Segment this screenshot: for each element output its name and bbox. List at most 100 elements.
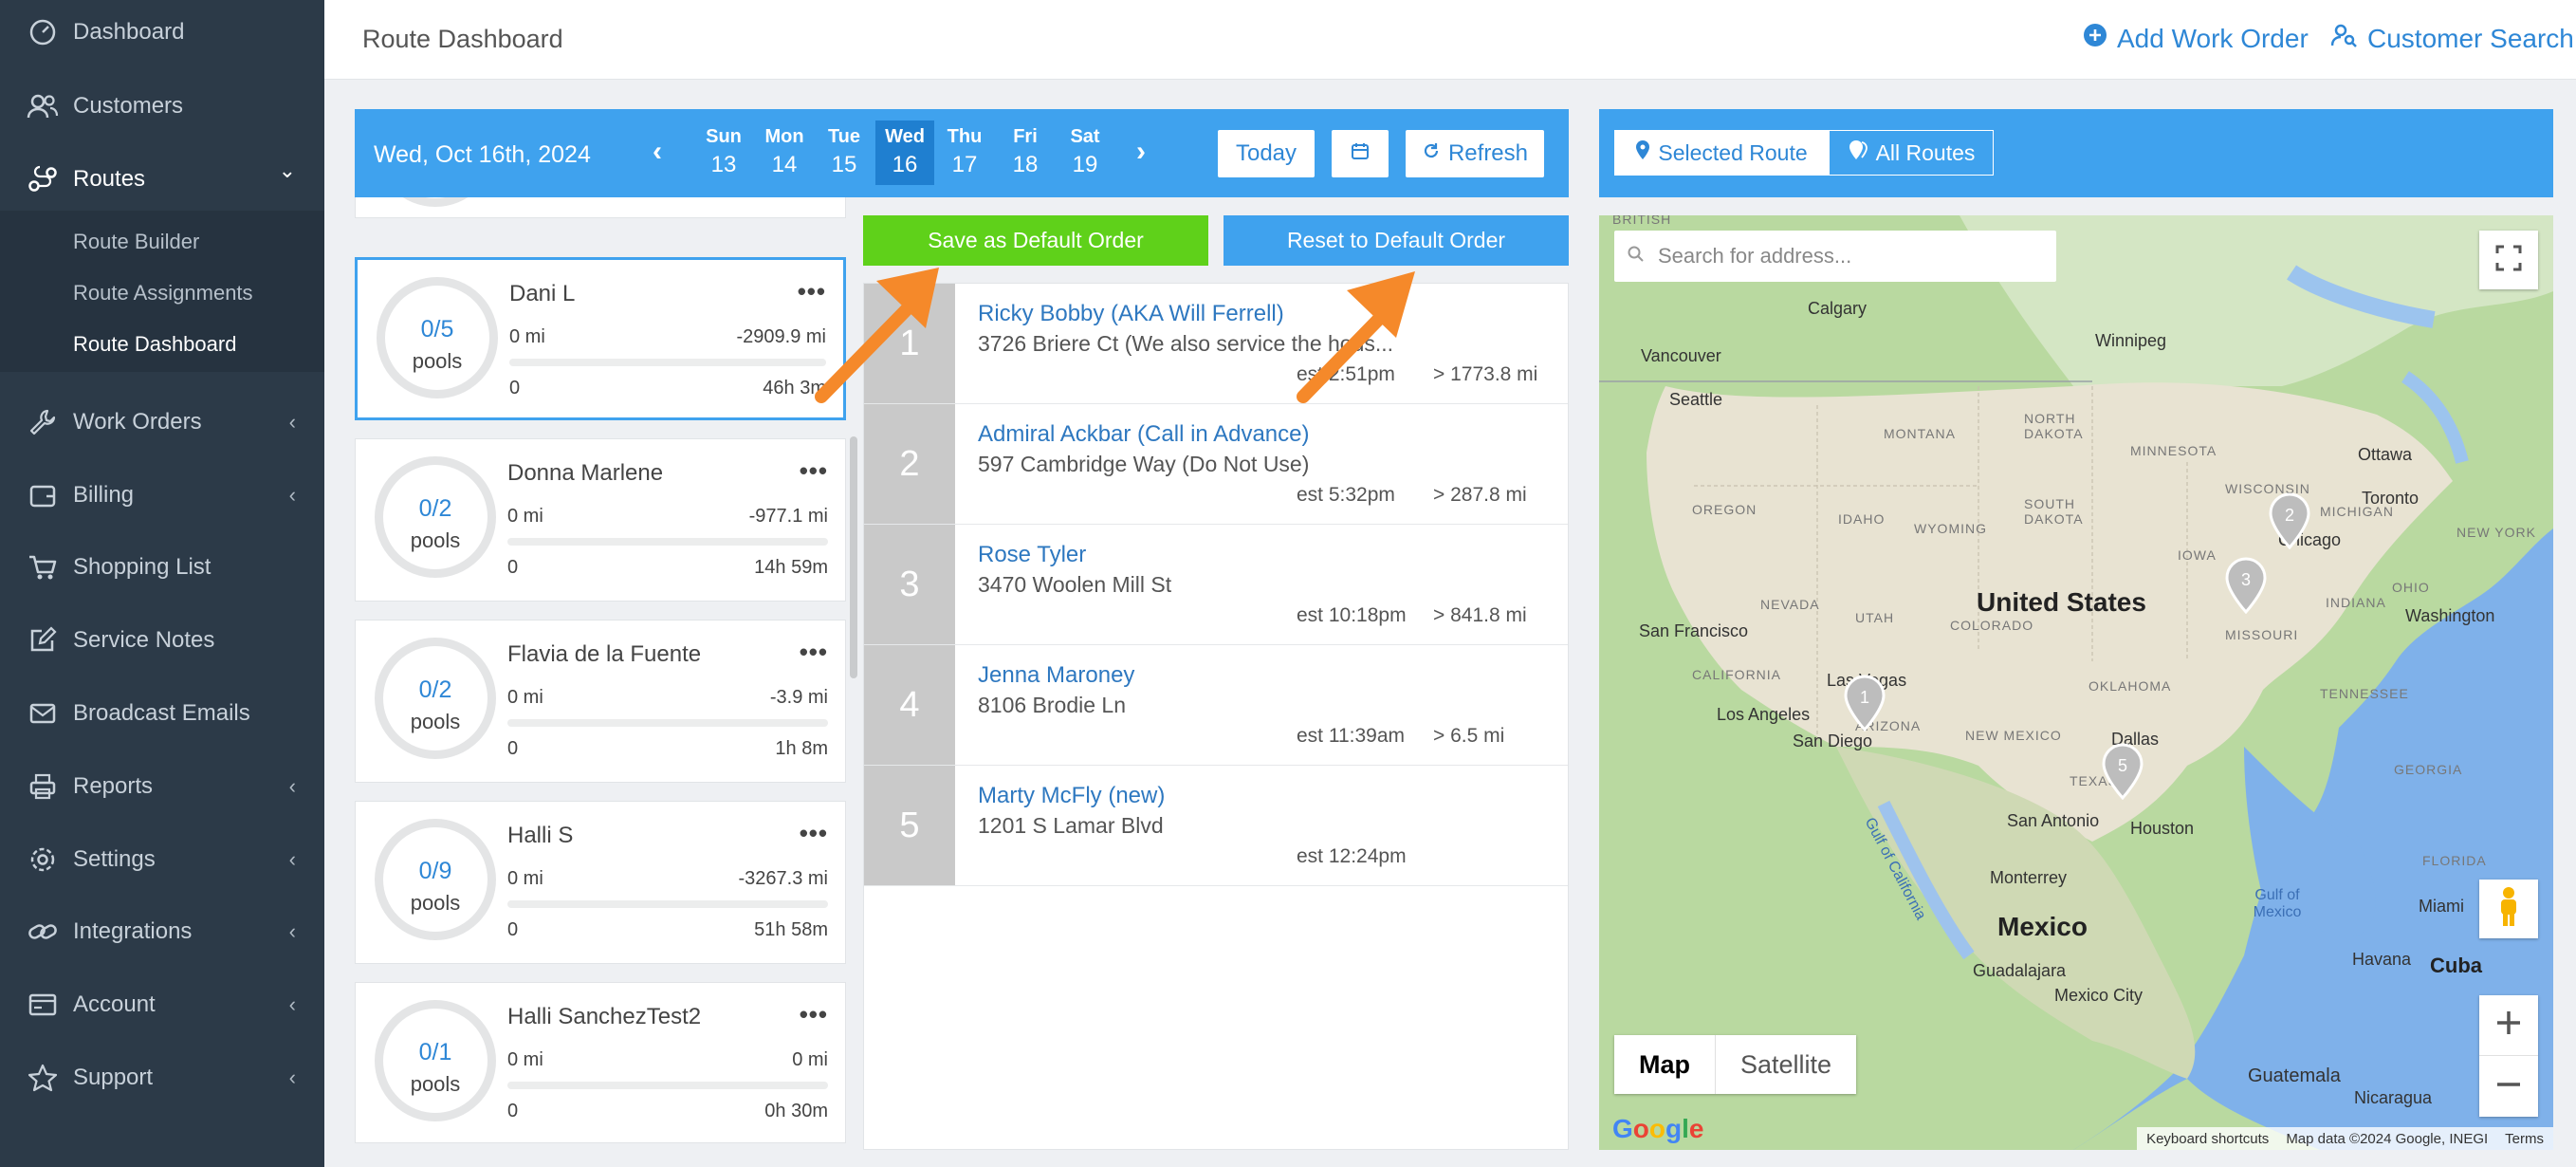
sidebar-item-billing[interactable]: Billing ‹ bbox=[0, 467, 324, 524]
sidebar-item-dashboard[interactable]: Dashboard bbox=[0, 4, 324, 61]
route-card[interactable]: 0/9 pools Halli S ••• 0 mi -3267.3 mi 0 5… bbox=[355, 801, 846, 964]
sidebar-item-broadcast-emails[interactable]: Broadcast Emails bbox=[0, 685, 324, 742]
sidebar-item-label: Integrations bbox=[73, 918, 193, 944]
map-label: IOWA bbox=[2178, 547, 2217, 563]
more-options-icon[interactable]: ••• bbox=[798, 277, 826, 306]
pin-number: 3 bbox=[2240, 570, 2251, 589]
sidebar-subitem-route-assignments[interactable]: Route Assignments bbox=[73, 281, 253, 306]
route-card[interactable]: 0/2 pools Donna Marlene ••• 0 mi -977.1 m… bbox=[355, 438, 846, 602]
stop-customer-name[interactable]: Marty McFly (new) bbox=[978, 783, 1165, 809]
stop-number: 1 bbox=[864, 284, 955, 403]
street-view-pegman[interactable] bbox=[2479, 880, 2538, 938]
more-options-icon[interactable]: ••• bbox=[800, 1000, 828, 1029]
sidebar-item-label: Customers bbox=[73, 93, 184, 119]
more-options-icon[interactable]: ••• bbox=[800, 638, 828, 667]
more-options-icon[interactable]: ••• bbox=[800, 456, 828, 486]
stop-row[interactable]: 4 Jenna Maroney 8106 Brodie Ln est 11:39… bbox=[864, 645, 1568, 766]
save-default-order-button[interactable]: Save as Default Order bbox=[863, 215, 1208, 266]
stop-customer-name[interactable]: Jenna Maroney bbox=[978, 662, 1134, 689]
sidebar-item-label: Shopping List bbox=[73, 554, 212, 580]
day-name: Fri bbox=[1013, 126, 1038, 147]
calendar-picker-button[interactable] bbox=[1332, 130, 1389, 177]
day-date: 18 bbox=[1012, 152, 1039, 177]
google-logo: Google bbox=[1612, 1114, 1704, 1143]
stop-address: 597 Cambridge Way (Do Not Use) bbox=[978, 452, 1310, 476]
map-address-search[interactable]: Search for address... bbox=[1614, 231, 2056, 282]
sidebar-item-shopping-list[interactable]: Shopping List bbox=[0, 539, 324, 596]
sidebar-item-support[interactable]: Support ‹ bbox=[0, 1049, 324, 1106]
refresh-button[interactable]: Refresh bbox=[1406, 130, 1544, 177]
map-type-map[interactable]: Map bbox=[1614, 1035, 1716, 1094]
progress-ring: 0/2 pools bbox=[375, 456, 496, 578]
route-miles-delta: -977.1 mi bbox=[748, 506, 828, 527]
map-pin-icon[interactable]: 3 bbox=[2225, 557, 2267, 619]
sidebar-item-customers[interactable]: Customers bbox=[0, 78, 324, 135]
edit-icon bbox=[27, 624, 59, 657]
day-tue[interactable]: Tue 15 bbox=[815, 120, 874, 185]
stop-row[interactable]: 3 Rose Tyler 3470 Woolen Mill St est 10:… bbox=[864, 525, 1568, 645]
sidebar-item-reports[interactable]: Reports ‹ bbox=[0, 758, 324, 815]
keyboard-shortcuts-link[interactable]: Keyboard shortcuts bbox=[2146, 1131, 2269, 1147]
customer-search-link[interactable]: Customer Search bbox=[2330, 23, 2574, 54]
day-mon[interactable]: Mon 14 bbox=[755, 120, 814, 185]
map-pin-icon[interactable]: 1 bbox=[1844, 675, 1886, 736]
sidebar-item-work-orders[interactable]: Work Orders ‹ bbox=[0, 394, 324, 451]
stop-row[interactable]: 5 Marty McFly (new) 1201 S Lamar Blvd es… bbox=[864, 766, 1568, 886]
day-wed-selected[interactable]: Wed 16 bbox=[875, 120, 934, 185]
map-pin-icon[interactable]: 5 bbox=[2102, 743, 2144, 805]
map-pin-icon[interactable]: 2 bbox=[2269, 492, 2310, 554]
envelope-icon bbox=[27, 697, 59, 730]
sidebar-item-label: Work Orders bbox=[73, 409, 202, 435]
stop-row[interactable]: 2 Admiral Ackbar (Call in Advance) 597 C… bbox=[864, 404, 1568, 525]
route-card[interactable]: 0/2 pools Flavia de la Fuente ••• 0 mi -3… bbox=[355, 620, 846, 783]
sidebar-subitem-route-builder[interactable]: Route Builder bbox=[73, 230, 199, 254]
map-label: BRITISH bbox=[1612, 215, 1672, 227]
sidebar-item-label: Routes bbox=[73, 166, 146, 192]
map-attribution: Keyboard shortcuts Map data ©2024 Google… bbox=[2137, 1127, 2553, 1150]
fullscreen-button[interactable] bbox=[2479, 231, 2538, 289]
stop-address: 3470 Woolen Mill St bbox=[978, 572, 1172, 597]
stop-customer-name[interactable]: Rose Tyler bbox=[978, 542, 1086, 568]
previous-week-button[interactable]: ‹ bbox=[653, 136, 662, 168]
day-sat[interactable]: Sat 19 bbox=[1056, 120, 1114, 185]
add-work-order-link[interactable]: Add Work Order bbox=[2083, 23, 2309, 54]
sidebar-item-integrations[interactable]: Integrations ‹ bbox=[0, 903, 324, 960]
stop-row[interactable]: 1 Ricky Bobby (AKA Will Ferrell) 3726 Br… bbox=[864, 284, 1568, 404]
reset-default-order-button[interactable]: Reset to Default Order bbox=[1224, 215, 1569, 266]
stop-customer-name[interactable]: Ricky Bobby (AKA Will Ferrell) bbox=[978, 301, 1284, 327]
sidebar-item-account[interactable]: Account ‹ bbox=[0, 976, 324, 1033]
sidebar-item-routes[interactable]: Routes ⌄ bbox=[0, 151, 324, 208]
user-search-icon bbox=[2330, 23, 2358, 54]
map-label: INDIANA bbox=[2326, 595, 2386, 610]
map-label: Cuba bbox=[2430, 954, 2482, 977]
map-label: NEW YORK bbox=[2456, 525, 2536, 540]
route-card[interactable]: 0/1 pools Halli SanchezTest2 ••• 0 mi 0 m… bbox=[355, 982, 846, 1143]
zoom-in-button[interactable] bbox=[2479, 995, 2538, 1056]
selected-route-tab[interactable]: Selected Route bbox=[1614, 130, 1829, 176]
more-options-icon[interactable]: ••• bbox=[800, 819, 828, 848]
terms-link[interactable]: Terms bbox=[2505, 1131, 2544, 1147]
today-button[interactable]: Today bbox=[1218, 130, 1315, 177]
route-card[interactable]: 0/5 pools Dani L ••• 0 mi -2909.9 mi 0 46… bbox=[355, 257, 846, 420]
stop-customer-name[interactable]: Admiral Ackbar (Call in Advance) bbox=[978, 421, 1309, 448]
routes-submenu: Route Builder Route Assignments Route Da… bbox=[0, 211, 324, 372]
map-label: San Antonio bbox=[2007, 811, 2100, 830]
day-sun[interactable]: Sun 13 bbox=[694, 120, 753, 185]
all-routes-tab[interactable]: All Routes bbox=[1829, 130, 1994, 176]
stop-eta: est 2:51pm bbox=[1297, 363, 1395, 385]
map-pin-icon bbox=[1635, 139, 1650, 166]
day-date: 16 bbox=[892, 152, 918, 177]
zoom-out-button[interactable] bbox=[2479, 1056, 2538, 1117]
sidebar-subitem-route-dashboard[interactable]: Route Dashboard bbox=[73, 332, 236, 357]
sidebar-item-settings[interactable]: Settings ‹ bbox=[0, 831, 324, 888]
stop-distance: > 1773.8 mi bbox=[1433, 363, 1538, 385]
wallet-icon bbox=[27, 479, 59, 511]
next-week-button[interactable]: › bbox=[1136, 136, 1146, 168]
day-thu[interactable]: Thu 17 bbox=[935, 120, 994, 185]
map-type-satellite[interactable]: Satellite bbox=[1716, 1035, 1856, 1094]
sidebar-item-service-notes[interactable]: Service Notes bbox=[0, 612, 324, 669]
route-map[interactable]: BRITISH Calgary Winnipeg Vancouver Seatt… bbox=[1599, 215, 2553, 1150]
route-done: 0 bbox=[507, 919, 519, 940]
day-fri[interactable]: Fri 18 bbox=[996, 120, 1055, 185]
route-list-scrollbar[interactable] bbox=[850, 436, 857, 678]
